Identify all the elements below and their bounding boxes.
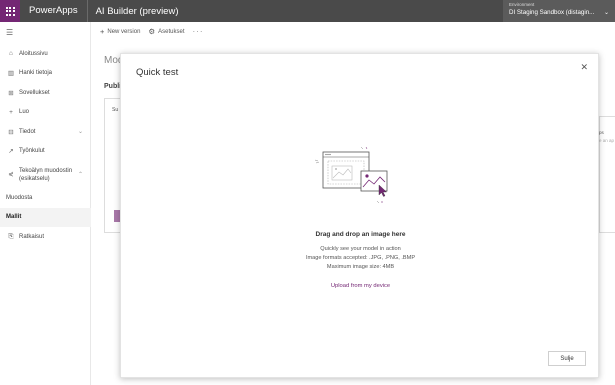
sidebar-item-label: Luo — [19, 109, 30, 116]
dialog-title: Quick test — [136, 67, 179, 78]
sidebar-item-label: Mallit — [6, 214, 22, 221]
sidebar-item-learn[interactable]: ▥ Hanki tietoja — [0, 64, 91, 84]
more-options-button[interactable]: ··· — [193, 27, 204, 36]
top-bar: PowerApps AI Builder (preview) Environme… — [0, 0, 615, 22]
sidebar-item-label: Hanki tietoja — [19, 70, 53, 77]
upload-from-device-link[interactable]: Upload from my device — [121, 283, 600, 289]
new-version-label: New version — [107, 28, 141, 35]
settings-label: Asetukset — [158, 28, 185, 35]
sidebar-item-label: Tekoälyn muodostin (esikatselu) — [19, 167, 73, 182]
new-version-button[interactable]: + New version — [100, 27, 140, 36]
solutions-icon: ⎘ — [8, 232, 14, 240]
sidebar-item-label: Sovellukset — [19, 89, 50, 96]
quick-test-dialog: Quick test ✕ Drag and drop an image here… — [120, 53, 599, 378]
sidebar-item-label: Aloitussivu — [19, 50, 48, 57]
image-upload-illustration — [314, 146, 388, 204]
sidebar-item-label: Tiedot — [19, 128, 36, 135]
environment-value: DI Staging Sandbox (distagin... — [509, 9, 595, 16]
hamburger-menu-icon[interactable]: ☰ — [6, 28, 13, 37]
settings-button[interactable]: ⚙ Asetukset — [148, 27, 184, 36]
plus-icon: + — [100, 27, 105, 36]
waffle-icon — [5, 6, 15, 16]
right-card-subtext: e an ap — [599, 138, 615, 143]
home-icon: ⌂ — [9, 50, 13, 58]
plus-icon: + — [9, 108, 13, 116]
max-size: Maximum image size: 4MB — [326, 264, 395, 270]
ai-builder-icon: ⋞ — [8, 170, 14, 178]
sidebar-item-home[interactable]: ⌂ Aloitussivu — [0, 44, 91, 64]
sidebar-item-label: Muodosta — [6, 194, 33, 201]
sidebar-item-data[interactable]: ⊟ Tiedot ⌄ — [0, 122, 91, 142]
sidebar-item-build[interactable]: Muodosta — [0, 188, 91, 208]
book-icon: ▥ — [7, 70, 15, 78]
sidebar-item-label: Työnkulut — [19, 148, 45, 155]
app-title: AI Builder (preview) — [95, 5, 179, 17]
sidebar: ☰ ⌂ Aloitussivu ▥ Hanki tietoja ⊞ Sovell… — [0, 22, 91, 385]
chevron-down-icon: ⌄ — [77, 129, 83, 136]
sidebar-item-ai-builder[interactable]: ⋞ Tekoälyn muodostin (esikatselu) ⌃ — [0, 161, 91, 188]
table-icon: ⊟ — [8, 128, 14, 136]
app-launcher-button[interactable] — [0, 0, 20, 22]
drop-title: Drag and drop an image here — [315, 231, 406, 238]
sidebar-item-apps[interactable]: ⊞ Sovellukset — [0, 83, 91, 103]
command-bar: + New version ⚙ Asetukset ··· — [92, 22, 615, 41]
published-heading: Publi — [104, 83, 122, 90]
sidebar-item-models[interactable]: Mallit — [0, 207, 91, 227]
chevron-up-icon: ⌃ — [77, 171, 83, 178]
right-card-text: ps — [599, 130, 604, 135]
chevron-down-icon: ⌄ — [603, 10, 609, 16]
sidebar-item-label: Ratkaisut — [19, 233, 45, 240]
drop-description: Quickly see your model in action — [320, 246, 401, 252]
model-card-text: Su — [112, 107, 119, 113]
sidebar-item-flows[interactable]: ↗ Työnkulut — [0, 142, 91, 162]
close-button[interactable]: Sulje — [548, 351, 586, 366]
apps-icon: ⊞ — [8, 89, 14, 97]
brand-name[interactable]: PowerApps — [20, 0, 88, 22]
gear-icon: ⚙ — [148, 27, 156, 36]
sidebar-item-create[interactable]: + Luo — [0, 103, 91, 123]
flow-icon: ↗ — [8, 148, 14, 156]
close-icon[interactable]: ✕ — [580, 62, 588, 73]
sidebar-item-solutions[interactable]: ⎘ Ratkaisut — [0, 227, 91, 247]
sidebar-nav: ⌂ Aloitussivu ▥ Hanki tietoja ⊞ Sovelluk… — [0, 44, 91, 247]
accepted-formats: Image formats accepted: .JPG, .PNG, .BMP — [305, 255, 416, 261]
environment-picker[interactable]: Environment DI Staging Sandbox (distagin… — [503, 0, 615, 22]
